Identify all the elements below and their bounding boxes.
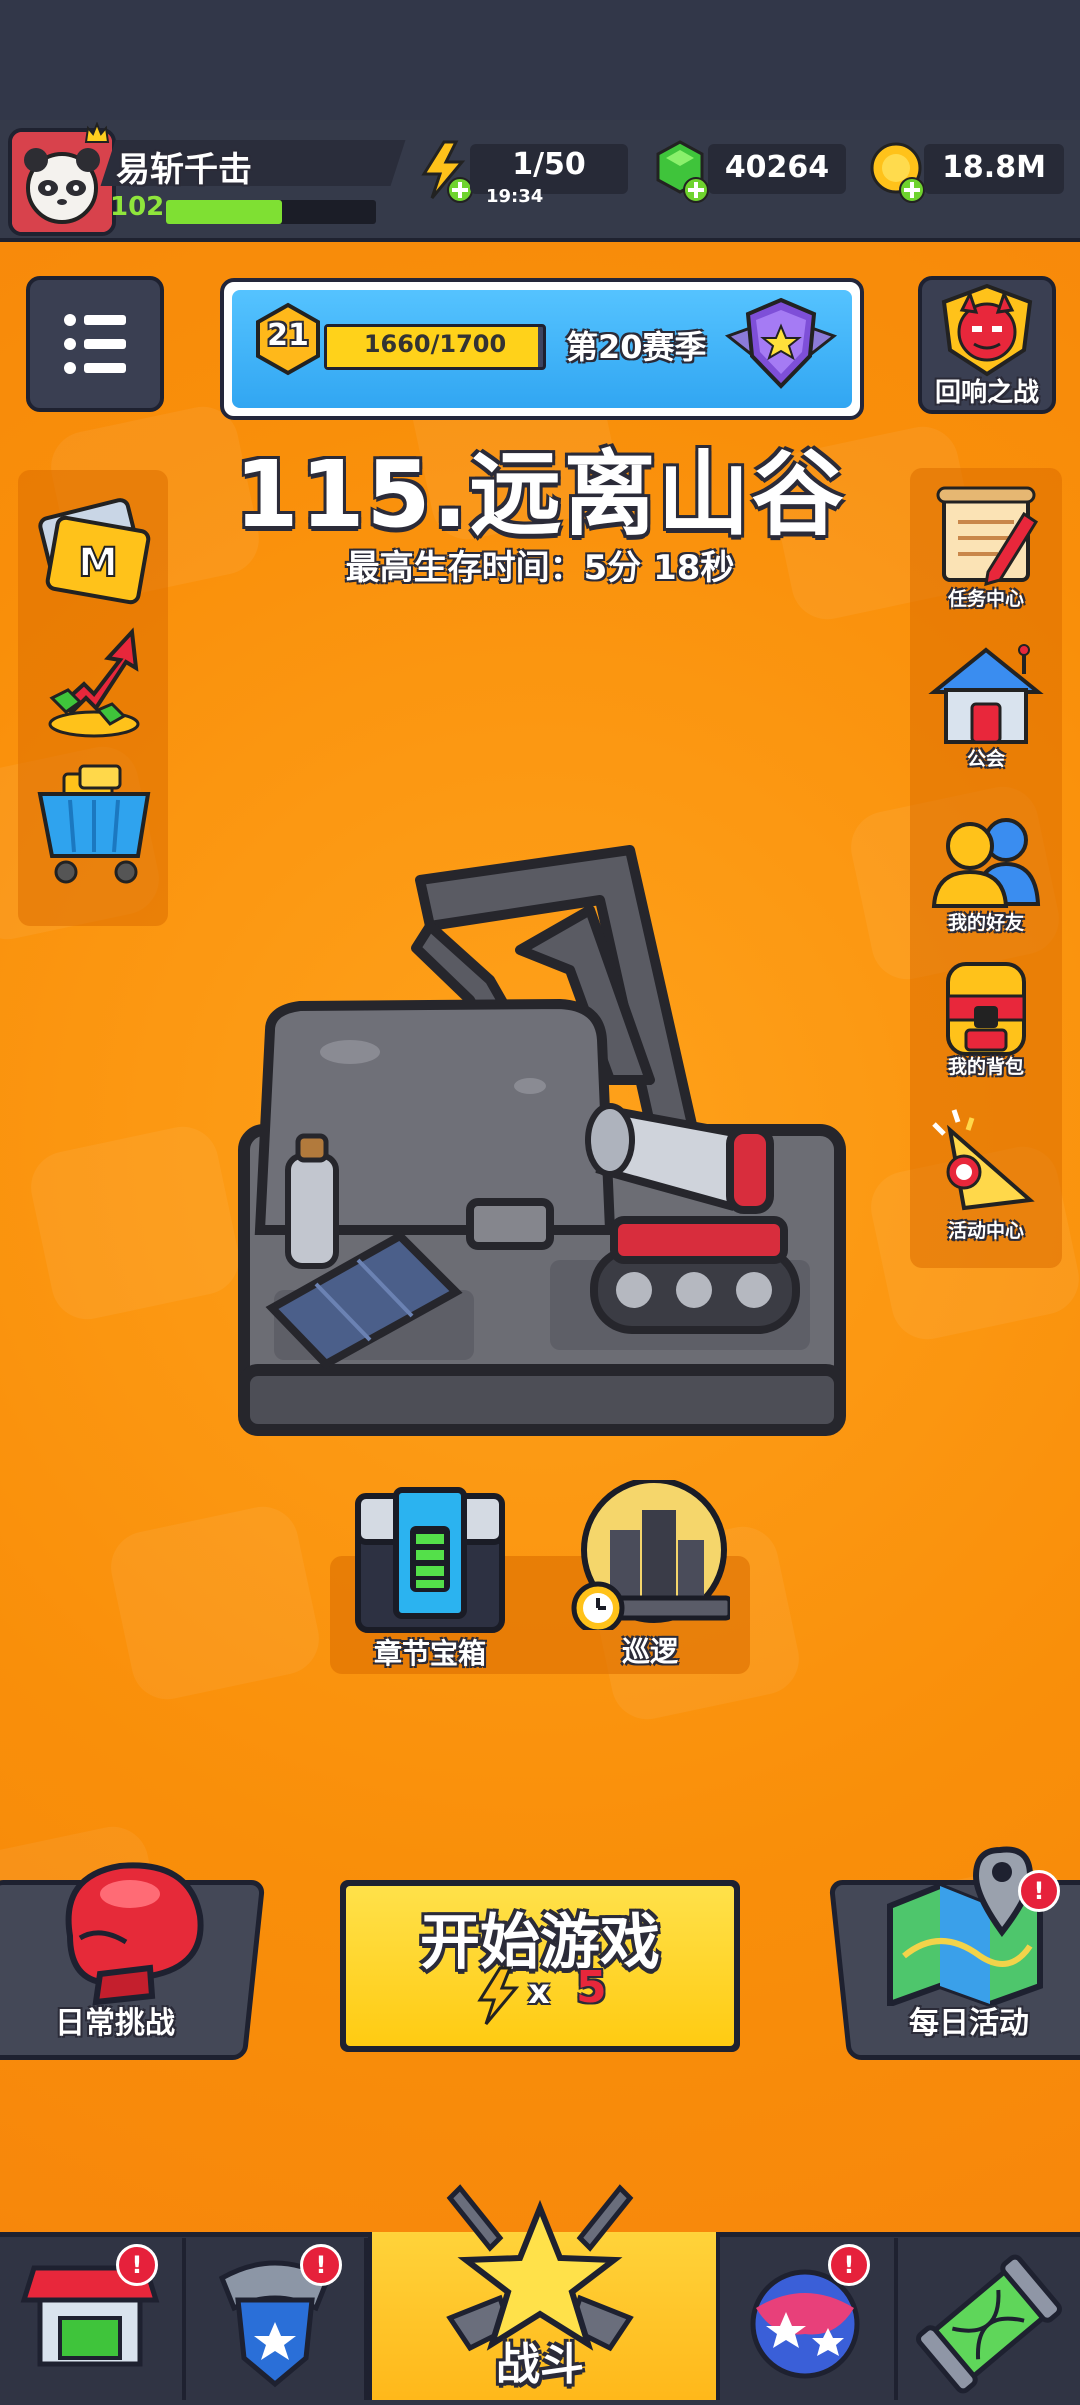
daily-event-alert-badge: !: [1018, 1870, 1060, 1912]
xp-bar-track: [166, 200, 376, 224]
chapter-chest-icon: [355, 1487, 505, 1633]
growth-button[interactable]: [32, 620, 156, 744]
backpack-label: 我的背包: [947, 1056, 1024, 1078]
avatar[interactable]: [8, 128, 116, 236]
daily-challenge-label: 日常挑战: [55, 2006, 175, 2041]
energy-timer: 19:34: [486, 186, 544, 207]
m-card-icon: M: [38, 498, 151, 605]
energy-icon[interactable]: [418, 140, 474, 204]
nav-battle-label: 战斗: [496, 2339, 584, 2390]
backpack-icon: [946, 962, 1026, 1056]
season-label: 第20赛季: [566, 328, 707, 366]
xp-bar-fill: [166, 200, 282, 224]
dna-capsule-icon: [916, 2254, 1062, 2394]
nav-shop-alert: !: [116, 2244, 158, 2286]
friends-button[interactable]: 我的好友: [924, 808, 1048, 936]
gem-icon[interactable]: [652, 138, 712, 204]
quest-center-label: 任务中心: [947, 588, 1024, 610]
player-name: 易斩千击: [116, 150, 252, 190]
season-rank-icon: [722, 296, 840, 392]
guild-button[interactable]: 公会: [924, 644, 1048, 772]
patrol-button[interactable]: 巡逻: [570, 1477, 733, 1674]
player-level: 102: [110, 192, 165, 222]
event-center-label: 活动中心: [947, 1220, 1024, 1242]
start-game-label: 开始游戏: [420, 1908, 660, 1978]
nav-badge-alert: !: [300, 2244, 342, 2286]
quest-center-button[interactable]: 任务中心: [924, 484, 1048, 612]
nav-shop[interactable]: [0, 2238, 186, 2400]
m-card-button[interactable]: M: [32, 490, 156, 610]
friends-icon: [931, 818, 1041, 908]
energy-cost-x: x: [528, 1972, 550, 2012]
map-pin-icon: [880, 1836, 1060, 2009]
growth-arrow-icon: [48, 627, 140, 738]
demon-shield-icon: [941, 283, 1033, 377]
season-level: 21: [267, 318, 309, 353]
scroll-quest-icon: [936, 486, 1039, 587]
patrol-label: 巡逻: [621, 1635, 678, 1668]
gem-count: 40264: [724, 150, 830, 185]
chapter-chest-button[interactable]: 章节宝箱: [350, 1484, 510, 1674]
status-bar: [0, 0, 1080, 120]
guild-house-icon: [928, 644, 1044, 744]
boxing-glove-icon: [40, 1846, 210, 2006]
patrol-city-icon: [571, 1477, 733, 1635]
energy-count: 1/50: [512, 147, 586, 182]
menu-list-icon: [64, 314, 126, 374]
stage-illustration: [230, 830, 850, 1450]
energy-cost-icon: [476, 1966, 520, 2026]
shop-cart-icon: [37, 764, 151, 884]
nav-capsule[interactable]: [898, 2238, 1080, 2400]
echo-battle-label: 回响之战: [934, 378, 1039, 408]
nav-orb[interactable]: [716, 2238, 898, 2400]
guild-label: 公会: [966, 748, 1005, 770]
energy-cost-value: 5: [576, 1962, 607, 2013]
crown-icon: [84, 121, 110, 144]
coin-count: 18.8M: [942, 150, 1046, 185]
nav-orb-alert: !: [828, 2244, 870, 2286]
backpack-button[interactable]: 我的背包: [924, 956, 1048, 1084]
daily-event-label: 每日活动: [909, 2006, 1029, 2041]
season-progress-text: 1660/1700: [363, 330, 507, 358]
shop-cart-button[interactable]: [30, 760, 158, 890]
menu-button[interactable]: [26, 276, 164, 412]
chapter-chest-label: 章节宝箱: [373, 1637, 486, 1670]
event-center-button[interactable]: 活动中心: [924, 1104, 1048, 1244]
svg-text:M: M: [78, 540, 118, 586]
party-horn-icon: [932, 1109, 1035, 1211]
coin-icon[interactable]: [868, 140, 928, 204]
friends-label: 我的好友: [947, 912, 1024, 934]
